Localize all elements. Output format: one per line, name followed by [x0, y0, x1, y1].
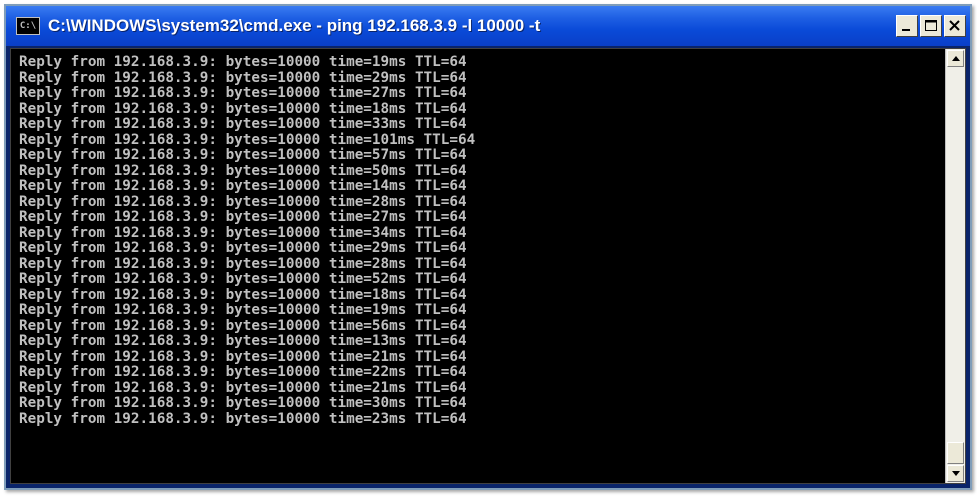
- scroll-up-button[interactable]: [947, 50, 964, 67]
- scroll-down-button[interactable]: [947, 465, 964, 482]
- console-line: Reply from 192.168.3.9: bytes=10000 time…: [19, 131, 476, 148]
- minimize-icon: [902, 29, 910, 31]
- console-line: Reply from 192.168.3.9: bytes=10000 time…: [19, 69, 467, 86]
- console-line: Reply from 192.168.3.9: bytes=10000 time…: [19, 255, 467, 272]
- console-line: Reply from 192.168.3.9: bytes=10000 time…: [19, 147, 467, 163]
- console-line: Reply from 192.168.3.9: bytes=10000 time…: [19, 100, 467, 117]
- console-line: Reply from 192.168.3.9: bytes=10000 time…: [19, 286, 467, 303]
- console-line: Reply from 192.168.3.9: bytes=10000 time…: [19, 410, 467, 427]
- title-buttons: [896, 15, 966, 37]
- console-line: Reply from 192.168.3.9: bytes=10000 time…: [19, 162, 467, 179]
- cmd-icon[interactable]: C:\: [16, 17, 40, 35]
- console-text: Reply from 192.168.3.9: bytes=10000 time…: [19, 55, 941, 479]
- console-line: Reply from 192.168.3.9: bytes=10000 time…: [19, 317, 467, 334]
- cmd-window: C:\ C:\WINDOWS\system32\cmd.exe - ping 1…: [4, 4, 972, 490]
- console-line: Reply from 192.168.3.9: bytes=10000 time…: [19, 379, 467, 396]
- console-line: Reply from 192.168.3.9: bytes=10000 time…: [19, 85, 467, 101]
- maximize-button[interactable]: [920, 15, 942, 37]
- title-bar[interactable]: C:\ C:\WINDOWS\system32\cmd.exe - ping 1…: [6, 6, 970, 46]
- console-line: Reply from 192.168.3.9: bytes=10000 time…: [19, 395, 467, 411]
- console-line: Reply from 192.168.3.9: bytes=10000 time…: [19, 209, 467, 225]
- minimize-button[interactable]: [896, 15, 918, 37]
- console-line: Reply from 192.168.3.9: bytes=10000 time…: [19, 271, 467, 287]
- console-line: Reply from 192.168.3.9: bytes=10000 time…: [19, 348, 467, 365]
- vertical-scrollbar[interactable]: [945, 49, 965, 483]
- scroll-down-arrow-icon: [952, 471, 960, 476]
- close-button[interactable]: [944, 15, 966, 37]
- scrollbar-thumb[interactable]: [947, 442, 964, 464]
- close-icon: [949, 20, 960, 31]
- console-line: Reply from 192.168.3.9: bytes=10000 time…: [19, 55, 467, 70]
- console-line: Reply from 192.168.3.9: bytes=10000 time…: [19, 178, 467, 194]
- console-line: Reply from 192.168.3.9: bytes=10000 time…: [19, 224, 467, 241]
- console-line: Reply from 192.168.3.9: bytes=10000 time…: [19, 333, 467, 349]
- console-line: Reply from 192.168.3.9: bytes=10000 time…: [19, 116, 467, 132]
- maximize-icon: [925, 20, 937, 31]
- console-line: Reply from 192.168.3.9: bytes=10000 time…: [19, 240, 467, 256]
- console-line: Reply from 192.168.3.9: bytes=10000 time…: [19, 364, 467, 380]
- console-line: Reply from 192.168.3.9: bytes=10000 time…: [19, 193, 467, 210]
- console-output[interactable]: Reply from 192.168.3.9: bytes=10000 time…: [10, 48, 966, 484]
- scroll-up-arrow-icon: [952, 56, 960, 61]
- window-title: C:\WINDOWS\system32\cmd.exe - ping 192.1…: [48, 16, 541, 35]
- console-line: Reply from 192.168.3.9: bytes=10000 time…: [19, 302, 467, 318]
